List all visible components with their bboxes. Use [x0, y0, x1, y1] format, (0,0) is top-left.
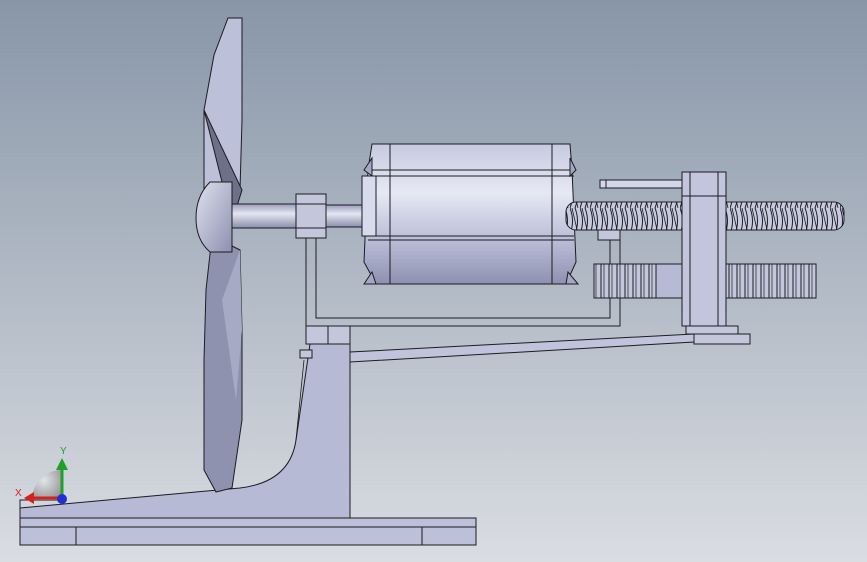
triad-y-label: Y — [60, 446, 67, 457]
triad-z-axis — [57, 494, 67, 504]
cad-viewport[interactable]: Y X — [0, 0, 867, 562]
triad-x-label: X — [15, 488, 22, 499]
shaft-coupling[interactable] — [295, 193, 327, 239]
motor[interactable] — [361, 143, 580, 285]
guide-rod — [599, 179, 685, 189]
